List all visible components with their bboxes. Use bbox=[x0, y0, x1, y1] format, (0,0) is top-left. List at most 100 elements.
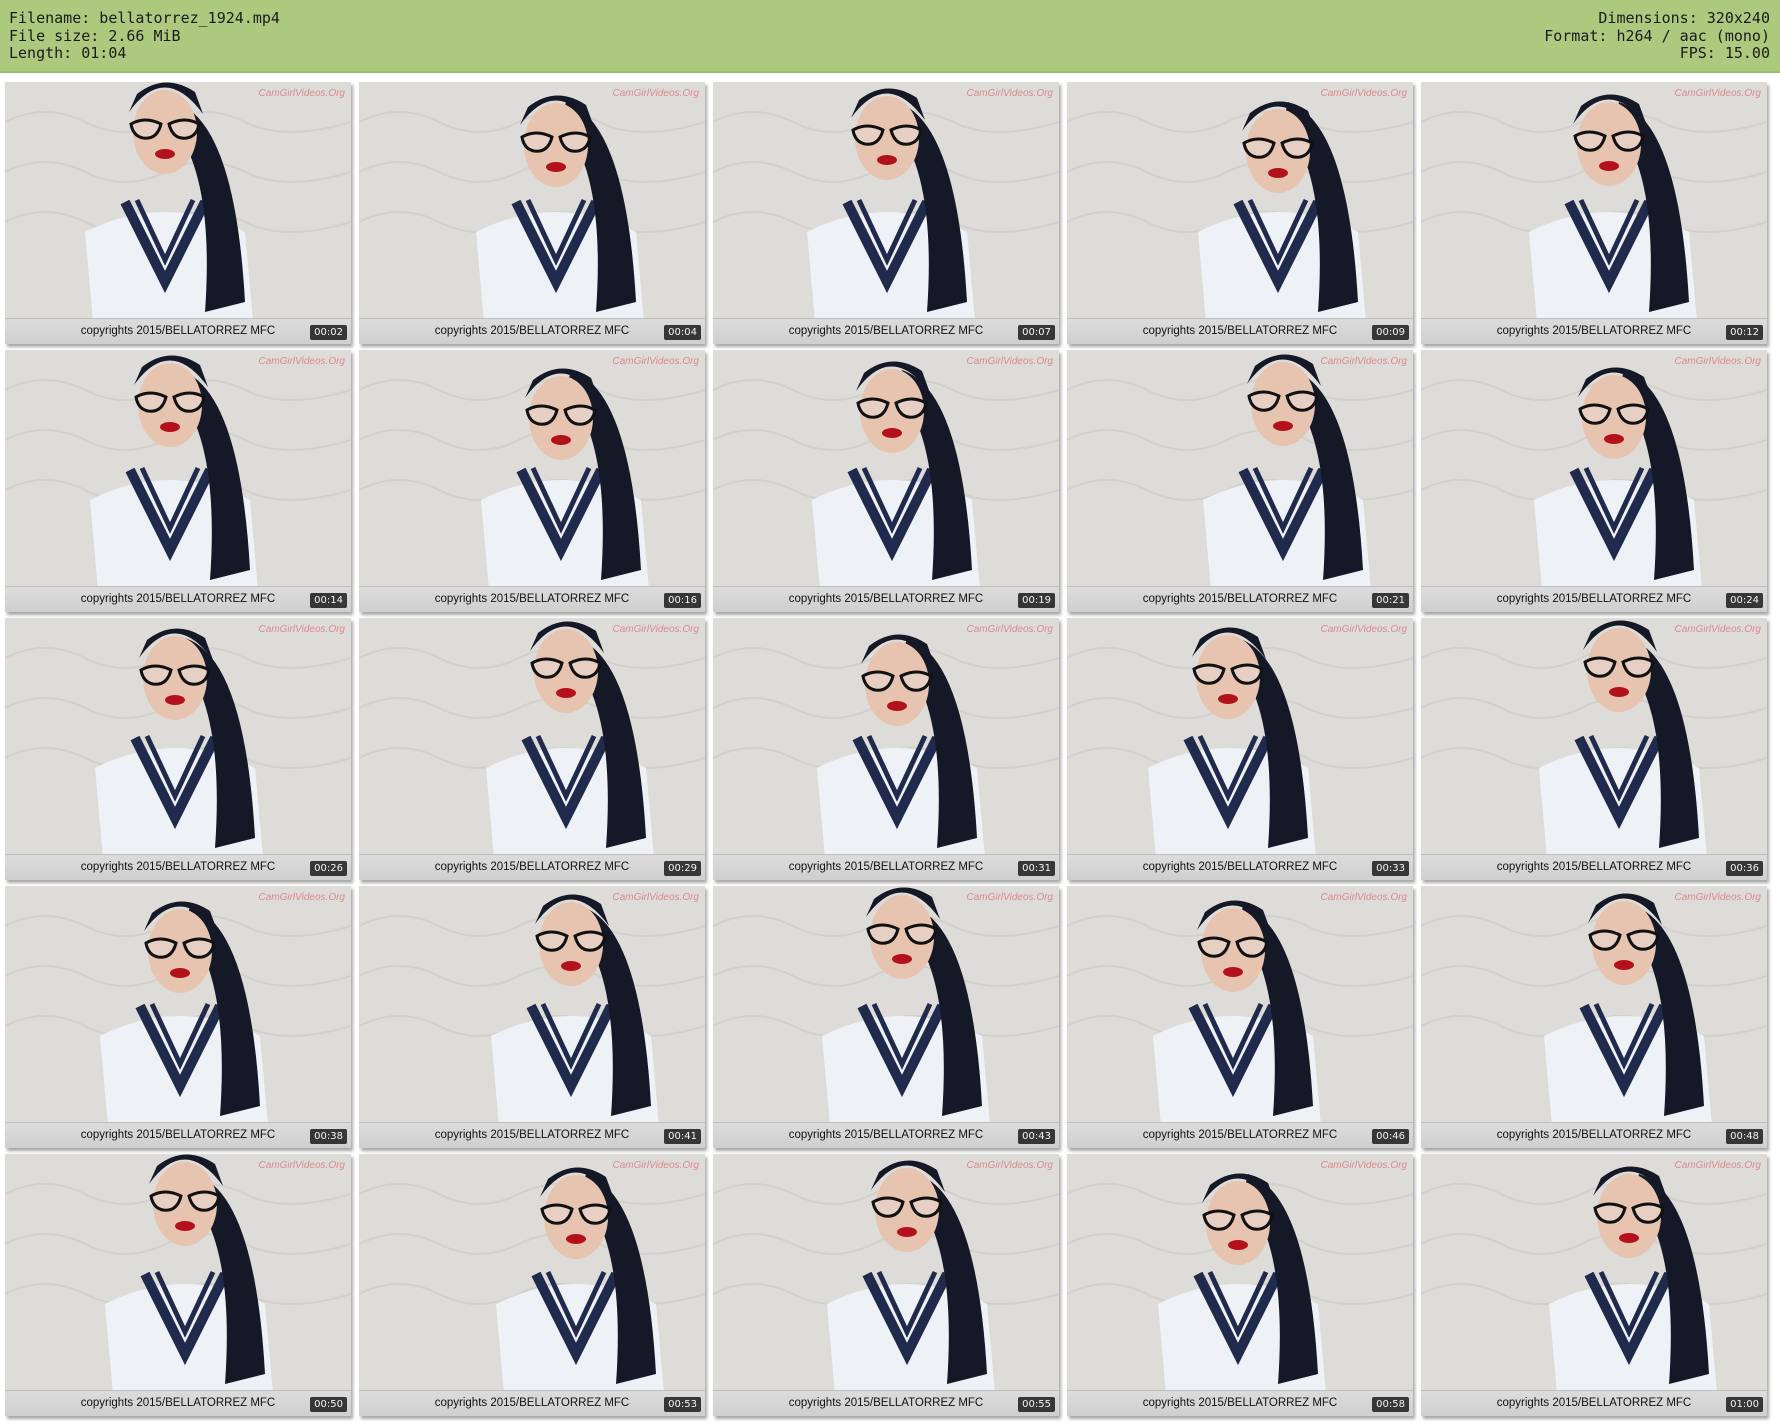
copyright-caption: copyrights 2015/BELLATORREZ MFC bbox=[1142, 325, 1338, 337]
video-thumbnail[interactable]: CamGirlVideos.Org copyrights 2015/BELLATO… bbox=[5, 82, 351, 344]
video-thumbnail[interactable]: CamGirlVideos.Org copyrights 2015/BELLATO… bbox=[1067, 350, 1413, 612]
video-thumbnail[interactable]: CamGirlVideos.Org copyrights 2015/BELLATO… bbox=[5, 350, 351, 612]
caption-bar: copyrights 2015/BELLATORREZ MFC bbox=[359, 1390, 705, 1416]
caption-bar: copyrights 2015/BELLATORREZ MFC bbox=[359, 586, 705, 612]
dimensions-text: Dimensions: 320x240 bbox=[1598, 9, 1770, 27]
frame-timestamp: 00:48 bbox=[1726, 1129, 1763, 1144]
video-thumbnail[interactable]: CamGirlVideos.Org copyrights 2015/BELLATO… bbox=[359, 1154, 705, 1416]
caption-bar: copyrights 2015/BELLATORREZ MFC bbox=[713, 854, 1059, 880]
copyright-caption: copyrights 2015/BELLATORREZ MFC bbox=[788, 861, 984, 873]
video-thumbnail[interactable]: CamGirlVideos.Org copyrights 2015/BELLATO… bbox=[1421, 618, 1767, 880]
video-thumbnail[interactable]: CamGirlVideos.Org copyrights 2015/BELLATO… bbox=[359, 886, 705, 1148]
watermark-text: CamGirlVideos.Org bbox=[258, 356, 345, 367]
frame-image bbox=[359, 1154, 705, 1416]
caption-bar: copyrights 2015/BELLATORREZ MFC bbox=[5, 1390, 351, 1416]
video-thumbnail[interactable]: CamGirlVideos.Org copyrights 2015/BELLATO… bbox=[713, 618, 1059, 880]
watermark-text: CamGirlVideos.Org bbox=[1674, 624, 1761, 635]
copyright-caption: copyrights 2015/BELLATORREZ MFC bbox=[788, 325, 984, 337]
caption-bar: copyrights 2015/BELLATORREZ MFC bbox=[1421, 1122, 1767, 1148]
caption-bar: copyrights 2015/BELLATORREZ MFC bbox=[5, 318, 351, 344]
copyright-caption: copyrights 2015/BELLATORREZ MFC bbox=[788, 593, 984, 605]
caption-bar: copyrights 2015/BELLATORREZ MFC bbox=[1421, 1390, 1767, 1416]
video-thumbnail[interactable]: CamGirlVideos.Org copyrights 2015/BELLATO… bbox=[713, 82, 1059, 344]
caption-bar: copyrights 2015/BELLATORREZ MFC bbox=[1067, 1390, 1413, 1416]
watermark-text: CamGirlVideos.Org bbox=[1320, 88, 1407, 99]
copyright-caption: copyrights 2015/BELLATORREZ MFC bbox=[1496, 1397, 1692, 1409]
copyright-caption: copyrights 2015/BELLATORREZ MFC bbox=[80, 1129, 276, 1141]
frame-image bbox=[713, 82, 1059, 344]
watermark-text: CamGirlVideos.Org bbox=[258, 892, 345, 903]
caption-bar: copyrights 2015/BELLATORREZ MFC bbox=[713, 586, 1059, 612]
frame-timestamp: 00:46 bbox=[1372, 1129, 1409, 1144]
frame-image bbox=[1067, 1154, 1413, 1416]
watermark-text: CamGirlVideos.Org bbox=[1674, 1160, 1761, 1171]
copyright-caption: copyrights 2015/BELLATORREZ MFC bbox=[1496, 593, 1692, 605]
video-thumbnail[interactable]: CamGirlVideos.Org copyrights 2015/BELLATO… bbox=[1067, 886, 1413, 1148]
copyright-caption: copyrights 2015/BELLATORREZ MFC bbox=[1142, 593, 1338, 605]
copyright-caption: copyrights 2015/BELLATORREZ MFC bbox=[80, 325, 276, 337]
frame-image bbox=[1421, 350, 1767, 612]
length-text: Length: 01:04 bbox=[9, 44, 127, 62]
watermark-text: CamGirlVideos.Org bbox=[1320, 356, 1407, 367]
frame-image bbox=[713, 350, 1059, 612]
copyright-caption: copyrights 2015/BELLATORREZ MFC bbox=[434, 1129, 630, 1141]
video-thumbnail[interactable]: CamGirlVideos.Org copyrights 2015/BELLATO… bbox=[713, 886, 1059, 1148]
copyright-caption: copyrights 2015/BELLATORREZ MFC bbox=[80, 1397, 276, 1409]
frame-image bbox=[1421, 618, 1767, 880]
copyright-caption: copyrights 2015/BELLATORREZ MFC bbox=[80, 593, 276, 605]
frame-timestamp: 01:00 bbox=[1726, 1397, 1763, 1412]
video-thumbnail[interactable]: CamGirlVideos.Org copyrights 2015/BELLATO… bbox=[1067, 618, 1413, 880]
video-thumbnail[interactable]: CamGirlVideos.Org copyrights 2015/BELLATO… bbox=[359, 350, 705, 612]
video-thumbnail[interactable]: CamGirlVideos.Org copyrights 2015/BELLATO… bbox=[5, 1154, 351, 1416]
video-thumbnail[interactable]: CamGirlVideos.Org copyrights 2015/BELLATO… bbox=[713, 350, 1059, 612]
watermark-text: CamGirlVideos.Org bbox=[1674, 356, 1761, 367]
copyright-caption: copyrights 2015/BELLATORREZ MFC bbox=[1496, 325, 1692, 337]
info-header: Filename: bellatorrez_1924.mp4 File size… bbox=[0, 0, 1780, 73]
watermark-text: CamGirlVideos.Org bbox=[966, 892, 1053, 903]
frame-timestamp: 00:36 bbox=[1726, 861, 1763, 876]
filesize-text: File size: 2.66 MiB bbox=[9, 26, 181, 45]
video-thumbnail[interactable]: CamGirlVideos.Org copyrights 2015/BELLATO… bbox=[1421, 886, 1767, 1148]
copyright-caption: copyrights 2015/BELLATORREZ MFC bbox=[1142, 1397, 1338, 1409]
video-thumbnail[interactable]: CamGirlVideos.Org copyrights 2015/BELLATO… bbox=[359, 82, 705, 344]
frame-image bbox=[5, 82, 351, 344]
watermark-text: CamGirlVideos.Org bbox=[258, 624, 345, 635]
thumbnail-grid: CamGirlVideos.Org copyrights 2015/BELLATO… bbox=[5, 82, 1775, 1418]
video-thumbnail[interactable]: CamGirlVideos.Org copyrights 2015/BELLATO… bbox=[1421, 82, 1767, 344]
video-thumbnail[interactable]: CamGirlVideos.Org copyrights 2015/BELLATO… bbox=[1067, 82, 1413, 344]
caption-bar: copyrights 2015/BELLATORREZ MFC bbox=[1067, 586, 1413, 612]
video-thumbnail[interactable]: CamGirlVideos.Org copyrights 2015/BELLATO… bbox=[1421, 350, 1767, 612]
video-thumbnail[interactable]: CamGirlVideos.Org copyrights 2015/BELLATO… bbox=[359, 618, 705, 880]
frame-timestamp: 00:33 bbox=[1372, 861, 1409, 876]
file-info: Filename: bellatorrez_1924.mp4 File size… bbox=[9, 9, 280, 63]
watermark-text: CamGirlVideos.Org bbox=[258, 88, 345, 99]
frame-timestamp: 00:16 bbox=[664, 593, 701, 608]
frame-timestamp: 00:02 bbox=[310, 325, 347, 340]
watermark-text: CamGirlVideos.Org bbox=[1674, 88, 1761, 99]
video-thumbnail[interactable]: CamGirlVideos.Org copyrights 2015/BELLATO… bbox=[713, 1154, 1059, 1416]
frame-timestamp: 00:38 bbox=[310, 1129, 347, 1144]
frame-timestamp: 00:58 bbox=[1372, 1397, 1409, 1412]
copyright-caption: copyrights 2015/BELLATORREZ MFC bbox=[434, 325, 630, 337]
copyright-caption: copyrights 2015/BELLATORREZ MFC bbox=[434, 861, 630, 873]
video-thumbnail[interactable]: CamGirlVideos.Org copyrights 2015/BELLATO… bbox=[1067, 1154, 1413, 1416]
video-thumbnail[interactable]: CamGirlVideos.Org copyrights 2015/BELLATO… bbox=[5, 886, 351, 1148]
frame-timestamp: 00:29 bbox=[664, 861, 701, 876]
frame-image bbox=[1421, 886, 1767, 1148]
copyright-caption: copyrights 2015/BELLATORREZ MFC bbox=[1496, 861, 1692, 873]
frame-image bbox=[5, 618, 351, 880]
caption-bar: copyrights 2015/BELLATORREZ MFC bbox=[713, 1390, 1059, 1416]
watermark-text: CamGirlVideos.Org bbox=[966, 88, 1053, 99]
frame-timestamp: 00:41 bbox=[664, 1129, 701, 1144]
watermark-text: CamGirlVideos.Org bbox=[612, 356, 699, 367]
frame-image bbox=[713, 1154, 1059, 1416]
caption-bar: copyrights 2015/BELLATORREZ MFC bbox=[359, 854, 705, 880]
video-thumbnail[interactable]: CamGirlVideos.Org copyrights 2015/BELLATO… bbox=[5, 618, 351, 880]
frame-timestamp: 00:24 bbox=[1726, 593, 1763, 608]
copyright-caption: copyrights 2015/BELLATORREZ MFC bbox=[788, 1397, 984, 1409]
frame-timestamp: 00:19 bbox=[1018, 593, 1055, 608]
video-thumbnail[interactable]: CamGirlVideos.Org copyrights 2015/BELLATO… bbox=[1421, 1154, 1767, 1416]
filename-text: Filename: bellatorrez_1924.mp4 bbox=[9, 9, 280, 27]
copyright-caption: copyrights 2015/BELLATORREZ MFC bbox=[80, 861, 276, 873]
watermark-text: CamGirlVideos.Org bbox=[612, 88, 699, 99]
